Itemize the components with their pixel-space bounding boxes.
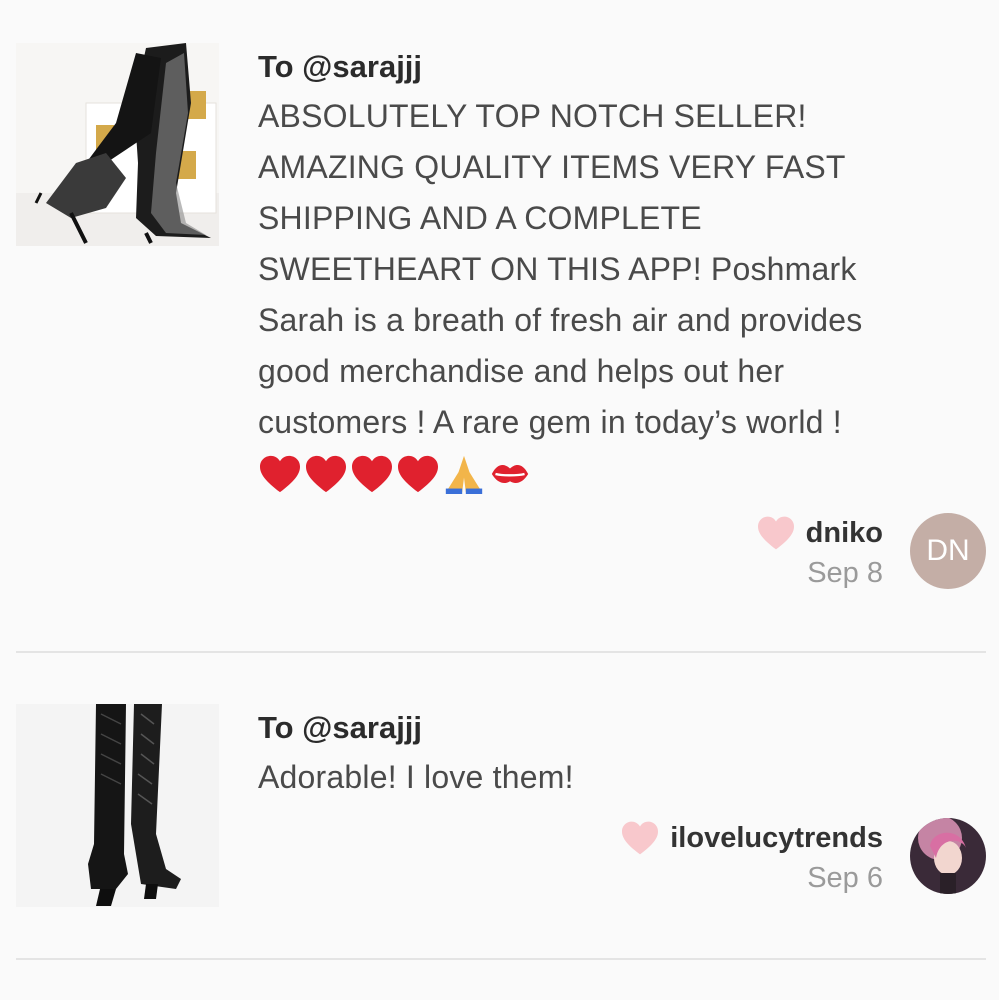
red-heart-icon [352,455,392,492]
review-text: ABSOLUTELY TOP NOTCH SELLER! AMAZING QUA… [258,91,978,499]
review-recipient[interactable]: To @sarajjj [258,43,978,91]
red-heart-icon [260,455,300,492]
emoji-row [258,448,978,499]
review-text-line: customers ! A rare gem in today’s world … [258,404,842,440]
avatar[interactable]: DN [910,513,986,589]
review-meta: ilovelucytrends Sep 6 [620,818,883,895]
divider [16,958,986,960]
review-text-line: AMAZING QUALITY ITEMS VERY FAST [258,149,846,185]
like-heart-icon[interactable] [756,515,796,551]
review-text: Adorable! I love them! [258,752,978,803]
review-text-line: Sarah is a breath of fresh air and provi… [258,302,863,338]
folded-hands-icon [445,455,483,494]
review-author[interactable]: dniko [806,517,883,550]
review-text-line: ABSOLUTELY TOP NOTCH SELLER! [258,98,807,134]
red-heart-icon [306,455,346,492]
review-item: To @sarajjj Adorable! I love them! ilove… [0,653,999,953]
review-text-line: SHIPPING AND A COMPLETE [258,200,702,236]
red-heart-icon [398,455,438,492]
like-heart-icon[interactable] [620,820,660,856]
review-recipient[interactable]: To @sarajjj [258,704,978,752]
review-meta: dniko Sep 8 [756,513,883,590]
review-author[interactable]: ilovelucytrends [670,822,883,855]
review-item: To @sarajjj ABSOLUTELY TOP NOTCH SELLER!… [0,0,999,650]
product-thumbnail[interactable] [16,43,219,246]
review-date: Sep 8 [807,557,883,589]
review-text-line: good merchandise and helps out her [258,353,785,389]
review-text-line: SWEETHEART ON THIS APP! Poshmark [258,251,857,287]
product-thumbnail[interactable] [16,704,219,907]
kiss-mark-icon [491,464,529,483]
avatar-initials: DN [926,534,970,567]
avatar[interactable] [910,818,986,894]
review-text-line: Adorable! I love them! [258,759,574,795]
review-date: Sep 6 [807,862,883,894]
